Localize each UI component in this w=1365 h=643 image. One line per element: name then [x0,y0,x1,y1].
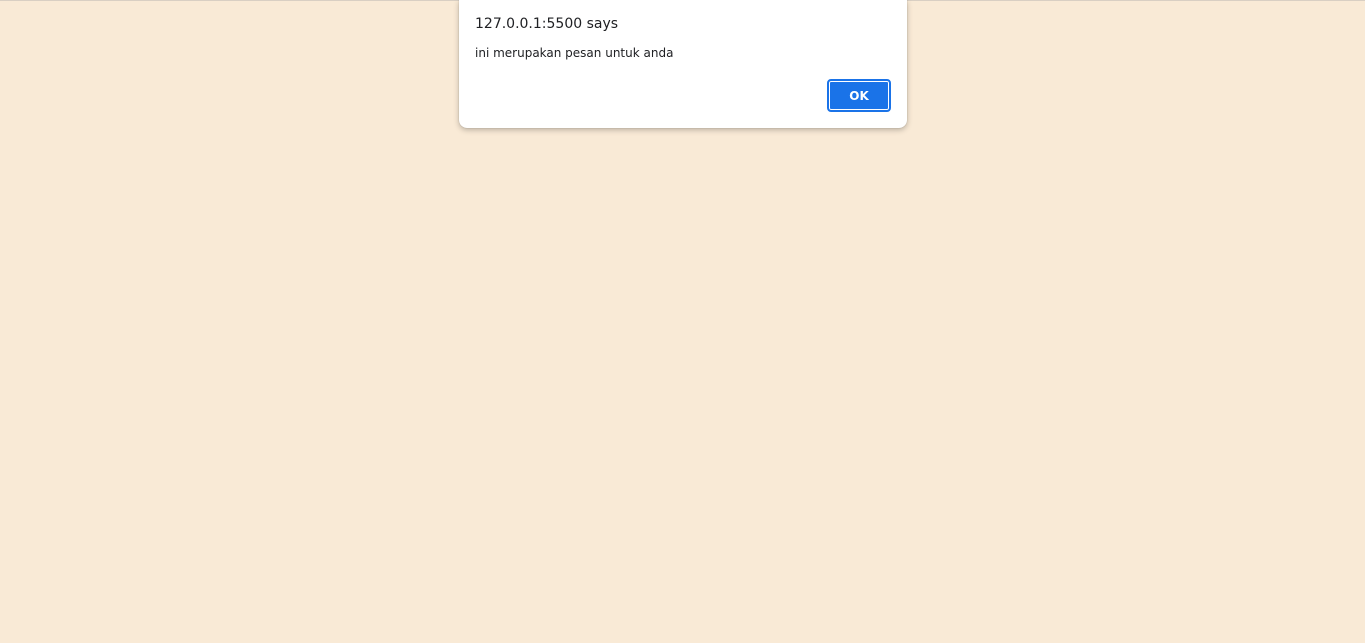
alert-dialog: 127.0.0.1:5500 says ini merupakan pesan … [459,0,907,128]
dialog-title: 127.0.0.1:5500 says [475,16,619,32]
dialog-message: ini merupakan pesan untuk anda [475,46,674,60]
page-background: 127.0.0.1:5500 says ini merupakan pesan … [0,0,1365,643]
ok-button[interactable]: OK [827,79,891,112]
